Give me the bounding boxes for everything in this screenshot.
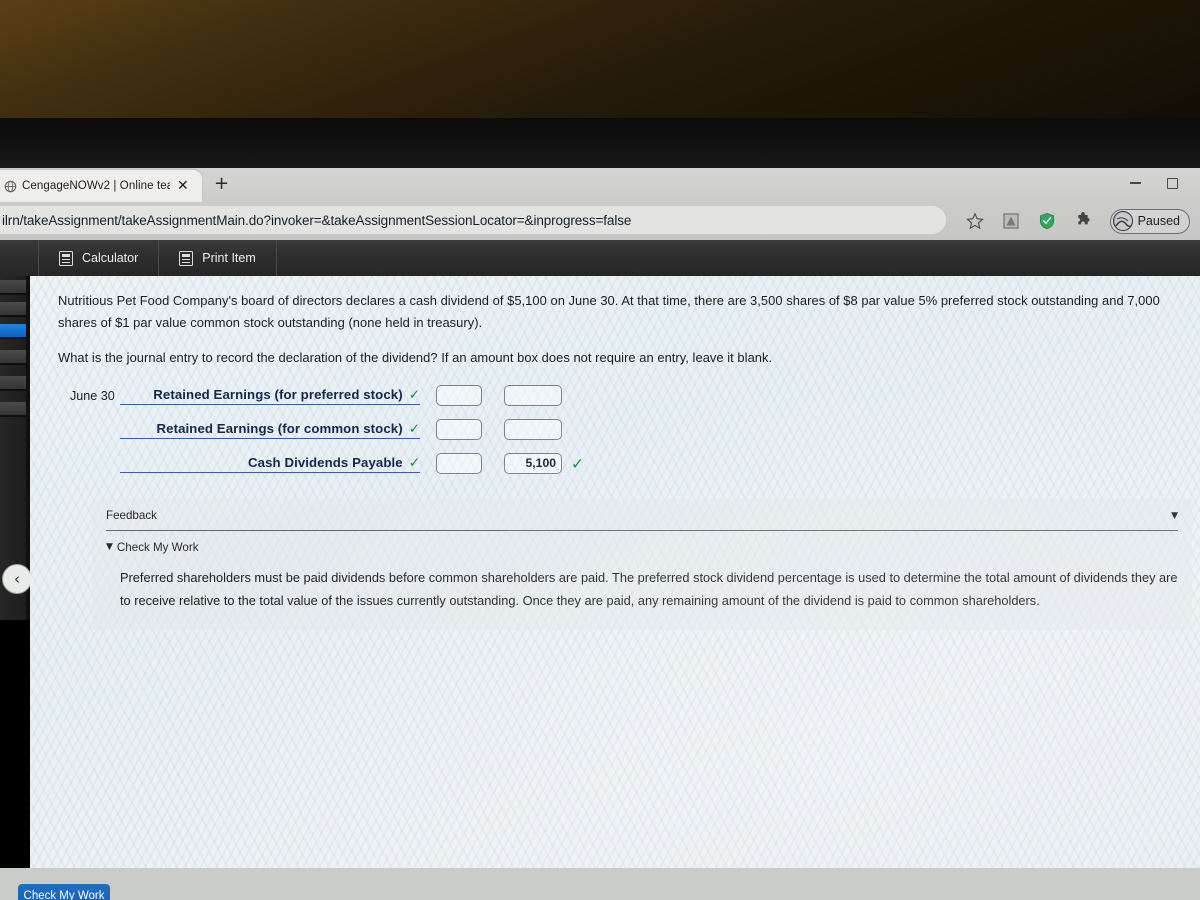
- check-my-work-toggle[interactable]: ▼ Check My Work: [106, 541, 1178, 554]
- maximize-button[interactable]: [1167, 177, 1178, 189]
- check-my-work-body: Preferred shareholders must be paid divi…: [120, 569, 1178, 608]
- assignment-content: Nutritious Pet Food Company's board of d…: [30, 276, 1200, 630]
- screenshot-root: CengageNOWv2 | Online teachin ✕ + ilrn/t…: [0, 0, 1200, 900]
- amount-cell-1: [420, 385, 562, 406]
- feedback-title: Feedback: [106, 508, 157, 522]
- print-item-button[interactable]: Print Item: [159, 240, 277, 276]
- journal-row: Cash Dividends Payable ✓ 5,100 ✓: [58, 449, 1176, 479]
- amount-cell-2: [420, 419, 562, 440]
- account-label-2: Retained Earnings (for common stock): [156, 420, 403, 436]
- question-paragraph-2: What is the journal entry to record the …: [58, 350, 773, 365]
- journal-row: June 30 Retained Earnings (for preferred…: [58, 381, 1176, 411]
- close-icon[interactable]: ✕: [177, 179, 189, 193]
- account-field-2[interactable]: Retained Earnings (for common stock) ✓: [120, 421, 420, 439]
- sidebar-item-4[interactable]: [0, 350, 26, 365]
- chevron-down-icon[interactable]: ▼: [1171, 511, 1178, 521]
- new-tab-button[interactable]: +: [214, 175, 229, 193]
- check-my-work-button[interactable]: Check My Work: [18, 884, 110, 900]
- account-check-icon-3: ✓: [408, 454, 420, 471]
- account-field-1[interactable]: Retained Earnings (for preferred stock) …: [120, 387, 420, 405]
- feedback-divider: [106, 529, 1178, 531]
- check-my-work-title: Check My Work: [116, 540, 199, 554]
- browser-tabstrip: CengageNOWv2 | Online teachin ✕ +: [0, 168, 1200, 202]
- journal-entry-table: June 30 Retained Earnings (for preferred…: [58, 381, 1176, 479]
- calculator-button[interactable]: Calculator: [38, 240, 160, 276]
- globe-icon: [4, 180, 17, 192]
- credit-input-1[interactable]: [504, 385, 562, 406]
- sidebar-item-1[interactable]: [0, 280, 26, 295]
- page-bottom-strip: [0, 868, 1200, 900]
- account-label-3: Cash Dividends Payable: [248, 454, 403, 470]
- omnibox-actions: Paused: [965, 203, 1196, 239]
- account-field-3[interactable]: Cash Dividends Payable ✓: [120, 455, 420, 473]
- debit-input-3[interactable]: [436, 453, 482, 474]
- sidebar-item-6[interactable]: [0, 402, 26, 417]
- monitor-bezel-black: [0, 118, 1200, 170]
- feedback-panel: Feedback ▼ ▼ Check My Work Preferred sha…: [92, 498, 1192, 630]
- amount-check-icon-3: ✓: [571, 454, 584, 473]
- assignment-page: Nutritious Pet Food Company's board of d…: [30, 276, 1200, 900]
- profile-label: Paused: [1137, 214, 1180, 228]
- calculator-icon: [59, 250, 73, 266]
- minimize-button[interactable]: [1130, 182, 1141, 184]
- debit-input-1[interactable]: [436, 385, 482, 406]
- address-bar[interactable]: ilrn/takeAssignment/takeAssignmentMain.d…: [0, 206, 946, 234]
- credit-input-2[interactable]: [504, 419, 562, 440]
- amount-cell-3: 5,100 ✓: [420, 453, 584, 474]
- debit-input-2[interactable]: [436, 419, 482, 440]
- journal-date: June 30: [70, 388, 115, 403]
- tab-title: CengageNOWv2 | Online teachin: [22, 180, 170, 192]
- account-check-icon-2: ✓: [408, 420, 420, 437]
- url-text: ilrn/takeAssignment/takeAssignmentMain.d…: [2, 212, 632, 228]
- print-item-label: Print Item: [202, 251, 256, 265]
- account-check-icon-1: ✓: [408, 386, 420, 403]
- chevron-down-icon: ▼: [106, 542, 113, 553]
- question-paragraph-1: Nutritious Pet Food Company's board of d…: [58, 293, 1160, 330]
- avatar-glyph: [1114, 213, 1132, 230]
- credit-input-3[interactable]: 5,100: [504, 453, 562, 474]
- account-label-1: Retained Earnings (for preferred stock): [153, 386, 403, 402]
- shield-icon[interactable]: [1038, 212, 1056, 230]
- avatar: [1112, 211, 1133, 231]
- calculator-label: Calculator: [82, 251, 139, 265]
- sidebar-collapse-button[interactable]: ‹: [2, 564, 32, 594]
- browser-tab[interactable]: CengageNOWv2 | Online teachin ✕: [0, 170, 202, 202]
- journal-row: Retained Earnings (for common stock) ✓: [58, 415, 1176, 445]
- feedback-header[interactable]: Feedback ▼: [106, 509, 1178, 522]
- window-controls: [1072, 170, 1192, 196]
- monitor-bezel-top: [0, 0, 1200, 130]
- sidebar-item-2[interactable]: [0, 302, 26, 317]
- star-icon[interactable]: [965, 212, 984, 230]
- sidebar-item-3-active[interactable]: [0, 324, 26, 339]
- profile-chip[interactable]: Paused: [1109, 208, 1190, 234]
- printer-icon: [179, 250, 194, 266]
- puzzle-icon[interactable]: [1074, 212, 1092, 230]
- extension-puzzle-icon[interactable]: [1002, 212, 1020, 230]
- sidebar-item-5[interactable]: [0, 376, 26, 391]
- app-toolbar: Calculator Print Item: [0, 240, 1200, 276]
